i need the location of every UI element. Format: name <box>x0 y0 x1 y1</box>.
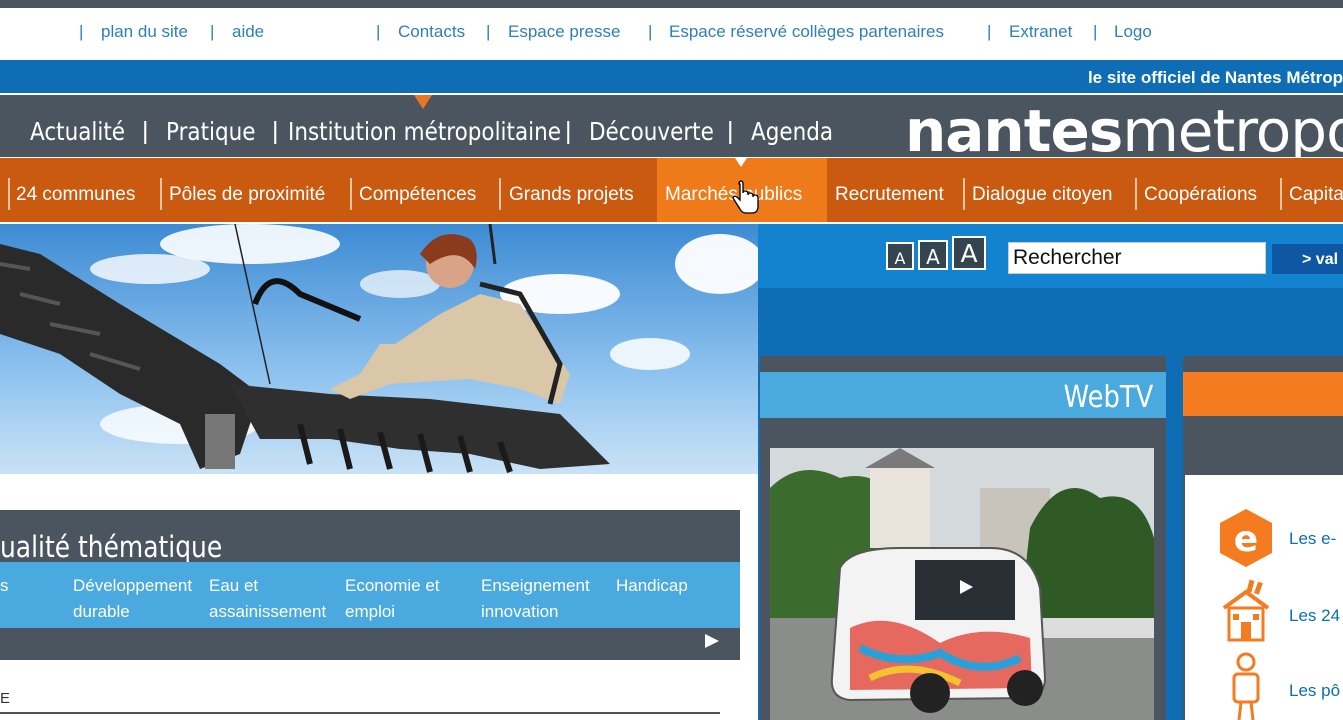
sub-nav-cooperations[interactable]: Coopérations <box>1144 184 1257 206</box>
main-nav-actualite[interactable]: Actualité <box>30 117 125 146</box>
hand-cursor-icon <box>732 180 759 214</box>
link-e-services[interactable]: Les e- <box>1289 529 1336 549</box>
communes-house-icon[interactable] <box>1220 578 1272 644</box>
text-size-small-button[interactable]: A <box>886 242 914 270</box>
link-poles[interactable]: Les pô <box>1289 681 1340 701</box>
tab-line: Enseignement <box>481 576 590 595</box>
hero-illustration <box>0 224 758 473</box>
hero-image[interactable] <box>0 224 758 474</box>
nantes-metropole-logo[interactable]: nantesmetropole <box>905 97 1343 165</box>
sub-nav-divider <box>1280 178 1282 210</box>
thematique-tab-economie-emploi[interactable]: Economie et emploi <box>345 573 440 625</box>
main-nav-agenda[interactable]: Agenda <box>751 117 833 146</box>
search-input[interactable] <box>1008 242 1266 274</box>
sub-nav-divider <box>499 178 501 210</box>
nav-separator: | <box>727 117 734 145</box>
link-contacts[interactable]: Contacts <box>398 22 465 42</box>
video-thumbnail <box>770 448 1154 720</box>
tagline-bar: le site officiel de Nantes Métrop <box>0 60 1343 93</box>
separator: | <box>376 22 381 41</box>
separator: | <box>79 22 84 41</box>
next-arrow-icon[interactable] <box>705 634 719 648</box>
separator: | <box>648 22 653 41</box>
nav-separator: | <box>142 117 149 145</box>
sub-nav-dialogue-citoyen[interactable]: Dialogue citoyen <box>972 184 1112 206</box>
sub-nav-capitale[interactable]: Capita <box>1289 184 1343 206</box>
tab-line: Développement <box>73 576 193 595</box>
tab-line: s <box>0 576 9 595</box>
sub-nav-divider <box>8 178 10 210</box>
thematique-tab[interactable]: s <box>0 573 9 599</box>
person-icon[interactable] <box>1226 652 1266 720</box>
tab-line: Eau et <box>209 576 259 595</box>
section-label: E <box>0 690 11 707</box>
sub-nav-divider <box>963 178 965 210</box>
separator: | <box>1093 22 1098 41</box>
svg-text:e: e <box>1234 519 1258 560</box>
thematique-tab-developpement-durable[interactable]: Développement durable <box>73 573 192 625</box>
thematique-tab-handicap[interactable]: Handicap <box>616 573 688 599</box>
top-strip <box>0 0 1343 8</box>
tab-line: innovation <box>481 602 559 621</box>
sub-nav-competences[interactable]: Compétences <box>359 184 476 206</box>
e-services-icon[interactable]: e <box>1216 507 1276 569</box>
separator: | <box>486 22 491 41</box>
sub-nav-divider <box>160 178 162 210</box>
sub-nav-poles-proximite[interactable]: Pôles de proximité <box>169 184 325 206</box>
divider <box>0 712 720 714</box>
sub-nav-divider <box>350 178 352 210</box>
tagline: le site officiel de Nantes Métrop <box>1087 68 1343 87</box>
thematique-tab-eau-assainissement[interactable]: Eau et assainissement <box>209 573 326 625</box>
separator: | <box>210 22 215 41</box>
tab-line: assainissement <box>209 602 327 621</box>
sub-nav-recrutement[interactable]: Recrutement <box>835 184 944 206</box>
thematique-tab-enseignement-innovation[interactable]: Enseignement innovation <box>481 573 590 625</box>
tab-line: durable <box>73 602 130 621</box>
sub-nav-grands-projets[interactable]: Grands projets <box>509 184 634 206</box>
main-nav-institution[interactable]: Institution métropolitaine <box>288 117 561 146</box>
main-nav-decouverte[interactable]: Découverte <box>589 117 714 146</box>
main-nav-pratique[interactable]: Pratique <box>166 117 256 146</box>
sub-nav-divider <box>1135 178 1137 210</box>
tab-line: emploi <box>345 602 396 621</box>
sub-nav-caret-icon <box>735 158 747 167</box>
link-espace-presse[interactable]: Espace presse <box>508 22 620 42</box>
text-size-large-button[interactable]: A <box>952 236 986 270</box>
link-24-communes[interactable]: Les 24 <box>1289 606 1340 626</box>
search-submit-button[interactable]: > val <box>1272 244 1343 274</box>
link-plan-du-site[interactable]: plan du site <box>101 22 188 42</box>
actualite-thematique-title: ualité thématique <box>0 530 223 564</box>
logo-light-text: metropole <box>1122 97 1343 165</box>
link-aide[interactable]: aide <box>232 22 264 42</box>
nav-separator: | <box>565 117 572 145</box>
text-size-medium-button[interactable]: A <box>918 240 948 270</box>
link-extranet[interactable]: Extranet <box>1009 22 1072 42</box>
services-header <box>1183 372 1343 416</box>
tab-line: Economie et <box>345 576 440 595</box>
link-espace-colleges[interactable]: Espace réservé collèges partenaires <box>669 22 944 42</box>
sub-nav-24-communes[interactable]: 24 communes <box>16 184 135 206</box>
webtv-video-player[interactable] <box>770 448 1154 720</box>
webtv-title: WebTV <box>1063 380 1153 415</box>
separator: | <box>987 22 992 41</box>
active-nav-caret-icon <box>414 95 432 109</box>
nav-separator: | <box>272 117 279 145</box>
tab-line: Handicap <box>616 576 688 595</box>
logo-bold-text: nantes <box>905 97 1123 165</box>
utility-bar: | plan du site | aide | Contacts | Espac… <box>0 8 1343 60</box>
link-logo[interactable]: Logo <box>1114 22 1152 42</box>
